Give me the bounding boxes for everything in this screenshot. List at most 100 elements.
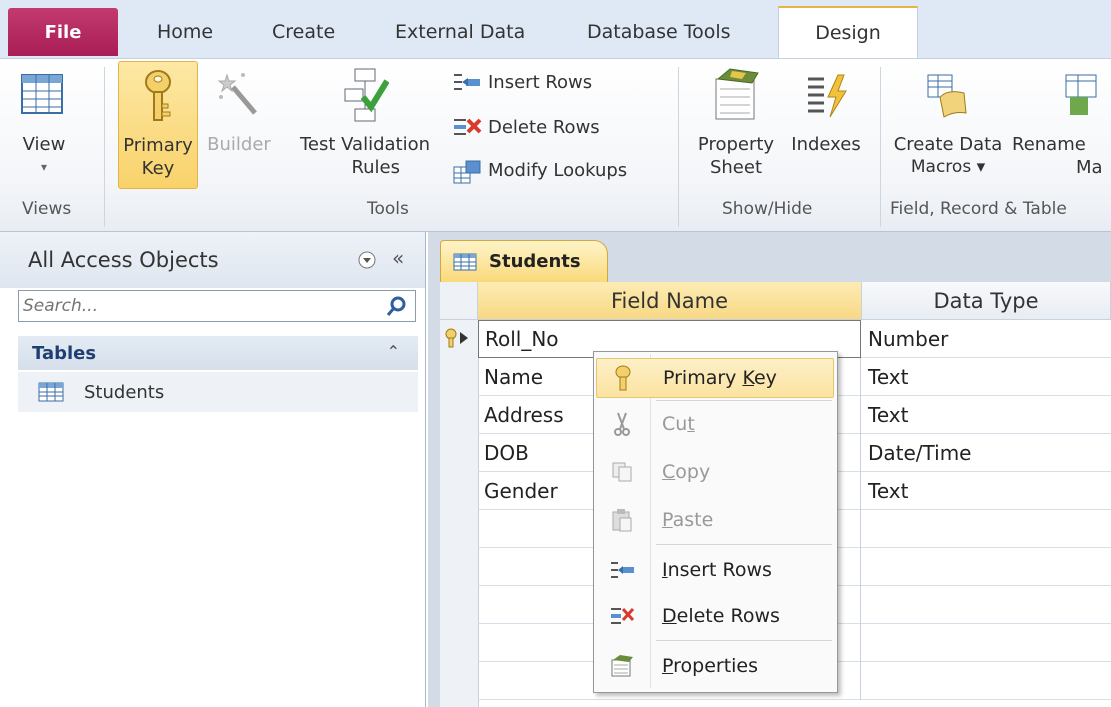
test-validation-line1: Test Validation [299, 134, 431, 155]
column-header-data-type[interactable]: Data Type [862, 282, 1111, 320]
tab-home[interactable]: Home [157, 10, 213, 54]
group-divider [880, 67, 881, 227]
menu-item-label: Properties [662, 655, 759, 677]
rename-macro-icon [1062, 67, 1110, 123]
data-type-cell[interactable]: Date/Time [862, 434, 1111, 472]
modify-lookups-icon [452, 159, 482, 184]
delete-rows-button[interactable]: Delete Rows [452, 116, 600, 138]
modify-lookups-label: Modify Lookups [488, 159, 628, 181]
data-type-cell[interactable] [862, 586, 1111, 624]
menu-item-insert-rows[interactable]: Insert Rows [596, 550, 834, 590]
primary-key-line2: Key [141, 158, 175, 179]
nav-group-tables-label: Tables [32, 342, 97, 364]
document-tab-label: Students [489, 251, 581, 272]
property-sheet-icon [604, 651, 640, 681]
paste-icon [604, 505, 640, 535]
collapse-group-icon[interactable]: ⌃ [387, 342, 400, 361]
group-label-field-record-table: Field, Record & Table [890, 199, 1067, 219]
property-sheet-icon [712, 67, 760, 123]
delete-rows-icon [452, 116, 482, 138]
primary-key-button[interactable]: Primary Key [118, 61, 198, 189]
delete-rows-label: Delete Rows [488, 116, 600, 138]
insert-rows-button[interactable]: Insert Rows [452, 71, 592, 93]
property-sheet-line1: Property [697, 134, 775, 155]
tab-database-tools[interactable]: Database Tools [587, 10, 731, 54]
menu-item-label: Delete Rows [662, 605, 780, 627]
tab-external-data[interactable]: External Data [395, 10, 525, 54]
navigation-pane-title: All Access Objects [28, 248, 219, 272]
nav-item-students-label: Students [84, 381, 165, 403]
data-type-cell[interactable] [862, 624, 1111, 662]
tab-file[interactable]: File [8, 8, 118, 56]
view-label: View [22, 134, 66, 155]
data-type-cell[interactable] [862, 548, 1111, 586]
menu-item-copy[interactable]: Copy [596, 452, 834, 492]
data-type-cell[interactable]: Text [862, 358, 1111, 396]
data-type-cell[interactable] [862, 662, 1111, 700]
data-type-cell[interactable]: Text [862, 396, 1111, 434]
key-icon [605, 363, 641, 393]
test-validation-rules-button[interactable]: Test Validation Rules [290, 67, 440, 179]
magic-wand-icon [215, 67, 263, 123]
validation-check-icon [341, 67, 390, 123]
rename-macro-line2: Ma [1076, 157, 1103, 178]
group-divider [678, 67, 679, 227]
delete-rows-icon [604, 601, 640, 631]
column-header-field-name[interactable]: Field Name [478, 282, 862, 320]
menu-item-label: Insert Rows [662, 559, 772, 581]
nav-item-students[interactable]: Students [18, 372, 418, 412]
primary-key-line1: Primary [123, 135, 193, 156]
navigation-pane-header[interactable]: All Access Objects « [0, 232, 425, 288]
nav-search-input[interactable] [19, 295, 385, 317]
menu-separator [656, 400, 832, 401]
group-label-views: Views [22, 199, 72, 219]
nav-search-box[interactable] [18, 290, 416, 322]
menu-item-label: Cut [662, 413, 695, 435]
group-label-show-hide: Show/Hide [722, 199, 813, 219]
indexes-label: Indexes [791, 134, 861, 155]
property-sheet-button[interactable]: Property Sheet [690, 67, 782, 179]
tab-create[interactable]: Create [272, 10, 335, 54]
menu-item-cut[interactable]: Cut [596, 404, 834, 444]
view-dropdown-arrow: ▾ [40, 160, 48, 174]
scissors-icon [604, 409, 640, 439]
test-validation-line2: Rules [351, 157, 400, 178]
builder-button[interactable]: Builder [204, 67, 274, 156]
menu-item-label: Primary Key [663, 367, 777, 389]
search-icon[interactable] [385, 294, 409, 318]
nav-group-tables[interactable]: Tables ⌃ [18, 336, 418, 370]
rename-macro-button[interactable]: Rename Ma [1012, 67, 1111, 179]
create-data-macros-line1: Create Data [893, 134, 1003, 155]
data-type-cell[interactable]: Text [862, 472, 1111, 510]
document-tab-students[interactable]: Students [440, 240, 608, 282]
indexes-icon [802, 67, 850, 123]
copy-icon [604, 457, 640, 487]
create-data-macros-button[interactable]: Create Data Macros ▾ [888, 67, 1008, 179]
group-label-tools: Tools [367, 199, 409, 219]
data-type-cell[interactable] [862, 510, 1111, 548]
menu-item-properties[interactable]: Properties [596, 646, 834, 686]
menu-item-primary-key[interactable]: Primary Key [596, 358, 834, 398]
collapse-pane-icon[interactable]: « [392, 246, 404, 270]
modify-lookups-button[interactable]: Modify Lookups [452, 159, 628, 184]
rename-macro-line1: Rename [1012, 134, 1086, 155]
create-data-macros-line2: Macros ▾ [910, 157, 986, 177]
group-divider [104, 67, 105, 227]
view-button[interactable]: View ▾ [14, 67, 74, 179]
builder-label: Builder [207, 134, 271, 155]
menu-item-label: Copy [662, 461, 711, 483]
key-icon [134, 68, 182, 124]
menu-item-delete-rows[interactable]: Delete Rows [596, 596, 834, 636]
tab-design[interactable]: Design [778, 6, 918, 58]
insert-rows-label: Insert Rows [488, 71, 593, 93]
ribbon-tabs: File Home Create External Data Database … [0, 0, 1111, 58]
primary-key-indicator-icon [444, 328, 474, 352]
indexes-button[interactable]: Indexes [782, 67, 870, 156]
data-type-cell[interactable]: Number [862, 320, 1111, 358]
nav-menu-dropdown-icon[interactable] [356, 249, 378, 275]
select-all-corner[interactable] [440, 282, 478, 320]
menu-item-label: Paste [662, 509, 714, 531]
macro-icon [924, 67, 972, 123]
menu-item-paste[interactable]: Paste [596, 500, 834, 540]
ribbon: View ▾ Views Primary Key Builder Test Va… [0, 58, 1111, 232]
